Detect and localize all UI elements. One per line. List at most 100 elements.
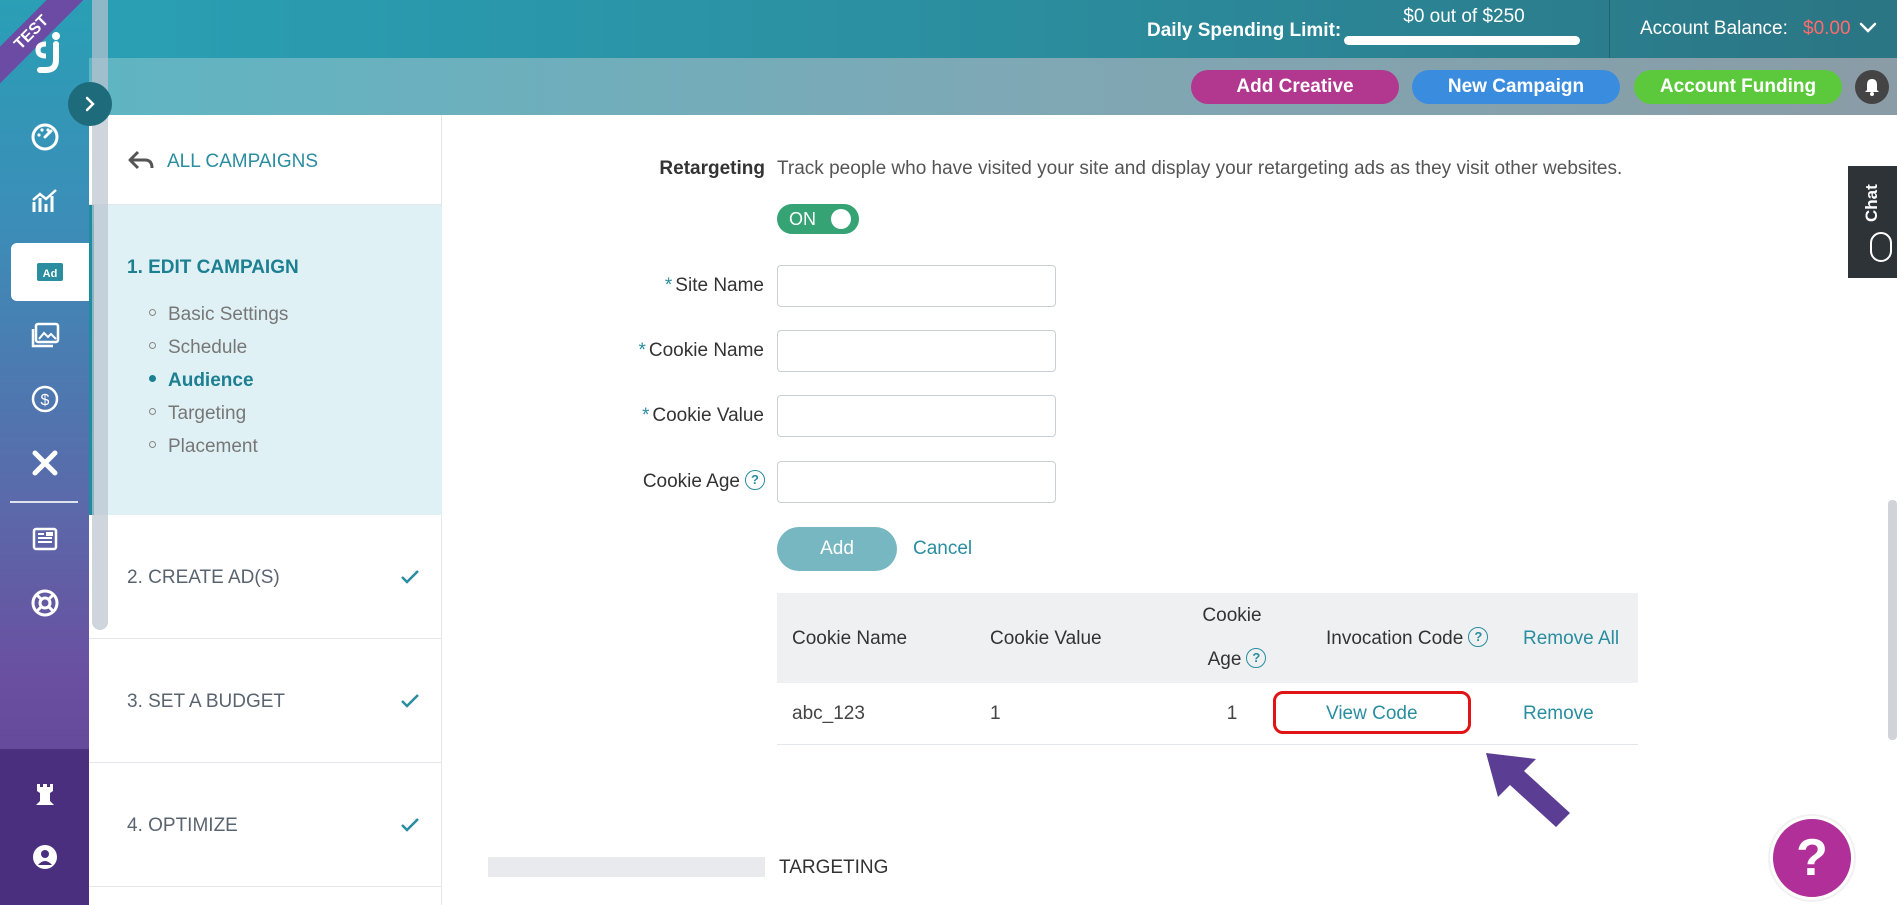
nav-support[interactable] (0, 574, 89, 632)
substep-targeting[interactable]: Targeting (149, 403, 246, 425)
step-create-ads[interactable]: 2. CREATE AD(S) (89, 515, 442, 639)
substep-placement[interactable]: Placement (149, 436, 258, 458)
bullet-icon (149, 309, 156, 317)
main-content: Retargeting Track people who have visite… (443, 115, 1897, 905)
analytics-icon (31, 189, 57, 212)
brand-logo[interactable] (32, 30, 66, 74)
chat-label: Chat (1862, 184, 1881, 222)
cookie-value-input[interactable] (777, 395, 1056, 437)
support-icon (31, 589, 58, 617)
add-cookie-button[interactable]: Add (777, 527, 897, 571)
logo-icon (35, 32, 60, 73)
daily-spending-limit-value: $0 out of $250 (1403, 6, 1525, 27)
nav-profile[interactable] (0, 828, 89, 886)
site-name-input[interactable] (777, 265, 1056, 307)
account-funding-button[interactable]: Account Funding (1634, 70, 1842, 104)
cookie-age-input[interactable] (777, 461, 1056, 503)
step-create-ads-title: 2. CREATE AD(S) (127, 567, 280, 588)
th-invocation-code: Invocation Code? (1326, 626, 1489, 650)
campaign-steps-panel: ALL CAMPAIGNS 1. EDIT CAMPAIGN Basic Set… (89, 115, 442, 905)
ad-icon: Ad (37, 263, 63, 281)
step-set-budget[interactable]: 3. SET A BUDGET (89, 639, 442, 763)
view-code-highlight (1273, 691, 1471, 734)
remove-link[interactable]: Remove (1523, 703, 1594, 725)
toggle-knob (831, 209, 851, 229)
dashboard-icon (31, 123, 58, 151)
bell-icon (1865, 79, 1879, 96)
cancel-link[interactable]: Cancel (913, 538, 972, 560)
nav-agency[interactable] (0, 765, 89, 823)
help-icon[interactable]: ? (1246, 647, 1267, 668)
cookie-name-input[interactable] (777, 330, 1056, 372)
substep-audience[interactable]: Audience (149, 370, 254, 392)
step-optimize[interactable]: 4. OPTIMIZE (89, 763, 442, 887)
help-button[interactable]: ? (1770, 816, 1854, 900)
page-scrollbar[interactable] (1888, 500, 1897, 740)
add-creative-button[interactable]: Add Creative (1191, 70, 1399, 104)
bullet-icon (149, 441, 156, 449)
nav-creatives[interactable] (0, 306, 89, 364)
gallery-icon (31, 322, 59, 348)
dollar-icon: $ (31, 385, 58, 413)
svg-text:$: $ (40, 392, 49, 409)
site-name-label: * Site Name (664, 275, 764, 296)
daily-spending-limit-label: Daily Spending Limit: (1147, 20, 1342, 41)
step-set-budget-title: 3. SET A BUDGET (127, 691, 286, 712)
nav-analytics[interactable] (0, 172, 89, 230)
rail-divider (10, 501, 78, 503)
svg-text:Ad: Ad (43, 268, 58, 280)
targeting-divider (488, 857, 765, 877)
cookie-name-label: * Cookie Name (638, 340, 764, 361)
account-balance-value: $0.00 (1803, 18, 1851, 39)
bullet-icon (149, 342, 156, 350)
check-icon (401, 694, 419, 708)
action-bar (89, 58, 1897, 115)
cell-cookie-name: abc_123 (792, 703, 865, 724)
cookie-age-label: Cookie Age? (543, 469, 765, 493)
targeting-section-title: TARGETING (779, 857, 889, 878)
cell-cookie-age: 1 (1226, 703, 1238, 724)
help-icon[interactable]: ? (745, 469, 765, 490)
new-campaign-button[interactable]: New Campaign (1412, 70, 1620, 104)
spending-progress-bar (1344, 36, 1580, 45)
top-bar-divider (1609, 0, 1610, 58)
substep-basic-settings[interactable]: Basic Settings (149, 304, 288, 326)
top-bar (89, 0, 1897, 58)
retargeting-label: Retargeting (659, 158, 765, 179)
nav-ads[interactable]: Ad (11, 243, 89, 301)
expand-sidebar-button[interactable] (68, 82, 112, 126)
chevron-right-icon (85, 96, 95, 112)
step-edit-campaign-title: 1. EDIT CAMPAIGN (127, 257, 299, 278)
icon-rail: TEST Ad $ (0, 0, 91, 905)
tower-icon (35, 784, 54, 805)
check-icon (401, 818, 419, 832)
all-campaigns-link[interactable]: ALL CAMPAIGNS (89, 115, 442, 205)
chat-tab[interactable]: Chat (1848, 166, 1897, 278)
th-cookie-value: Cookie Value (990, 628, 1102, 649)
substep-schedule[interactable]: Schedule (149, 337, 247, 359)
pointer-arrow-icon (1486, 753, 1570, 827)
th-cookie-name: Cookie Name (792, 628, 908, 649)
nav-tools[interactable] (0, 434, 89, 492)
all-campaigns-label: ALL CAMPAIGNS (167, 151, 318, 172)
th-cookie-age-line1: Cookie (1202, 605, 1262, 626)
check-icon (401, 570, 419, 584)
notifications-button[interactable] (1855, 70, 1889, 104)
cookie-value-label: * Cookie Value (641, 405, 764, 426)
nav-reports[interactable] (0, 510, 89, 568)
retargeting-description: Track people who have visited your site … (777, 158, 1623, 179)
help-icon[interactable]: ? (1468, 626, 1489, 647)
retargeting-toggle[interactable]: ON (777, 204, 859, 234)
news-icon (32, 527, 57, 551)
remove-all-link[interactable]: Remove All (1523, 628, 1619, 650)
th-cookie-age-line2: Age? (1197, 647, 1277, 671)
bullet-icon (149, 408, 156, 416)
nav-billing[interactable]: $ (0, 370, 89, 428)
tools-icon (32, 450, 57, 476)
chat-toggle-icon (1870, 232, 1892, 262)
back-arrow-icon (128, 150, 154, 170)
chevron-down-icon[interactable] (1858, 18, 1878, 38)
step-optimize-title: 4. OPTIMIZE (127, 815, 238, 836)
step-edit-campaign[interactable]: 1. EDIT CAMPAIGN Basic Settings Schedule… (89, 205, 442, 515)
bullet-icon (149, 375, 156, 383)
